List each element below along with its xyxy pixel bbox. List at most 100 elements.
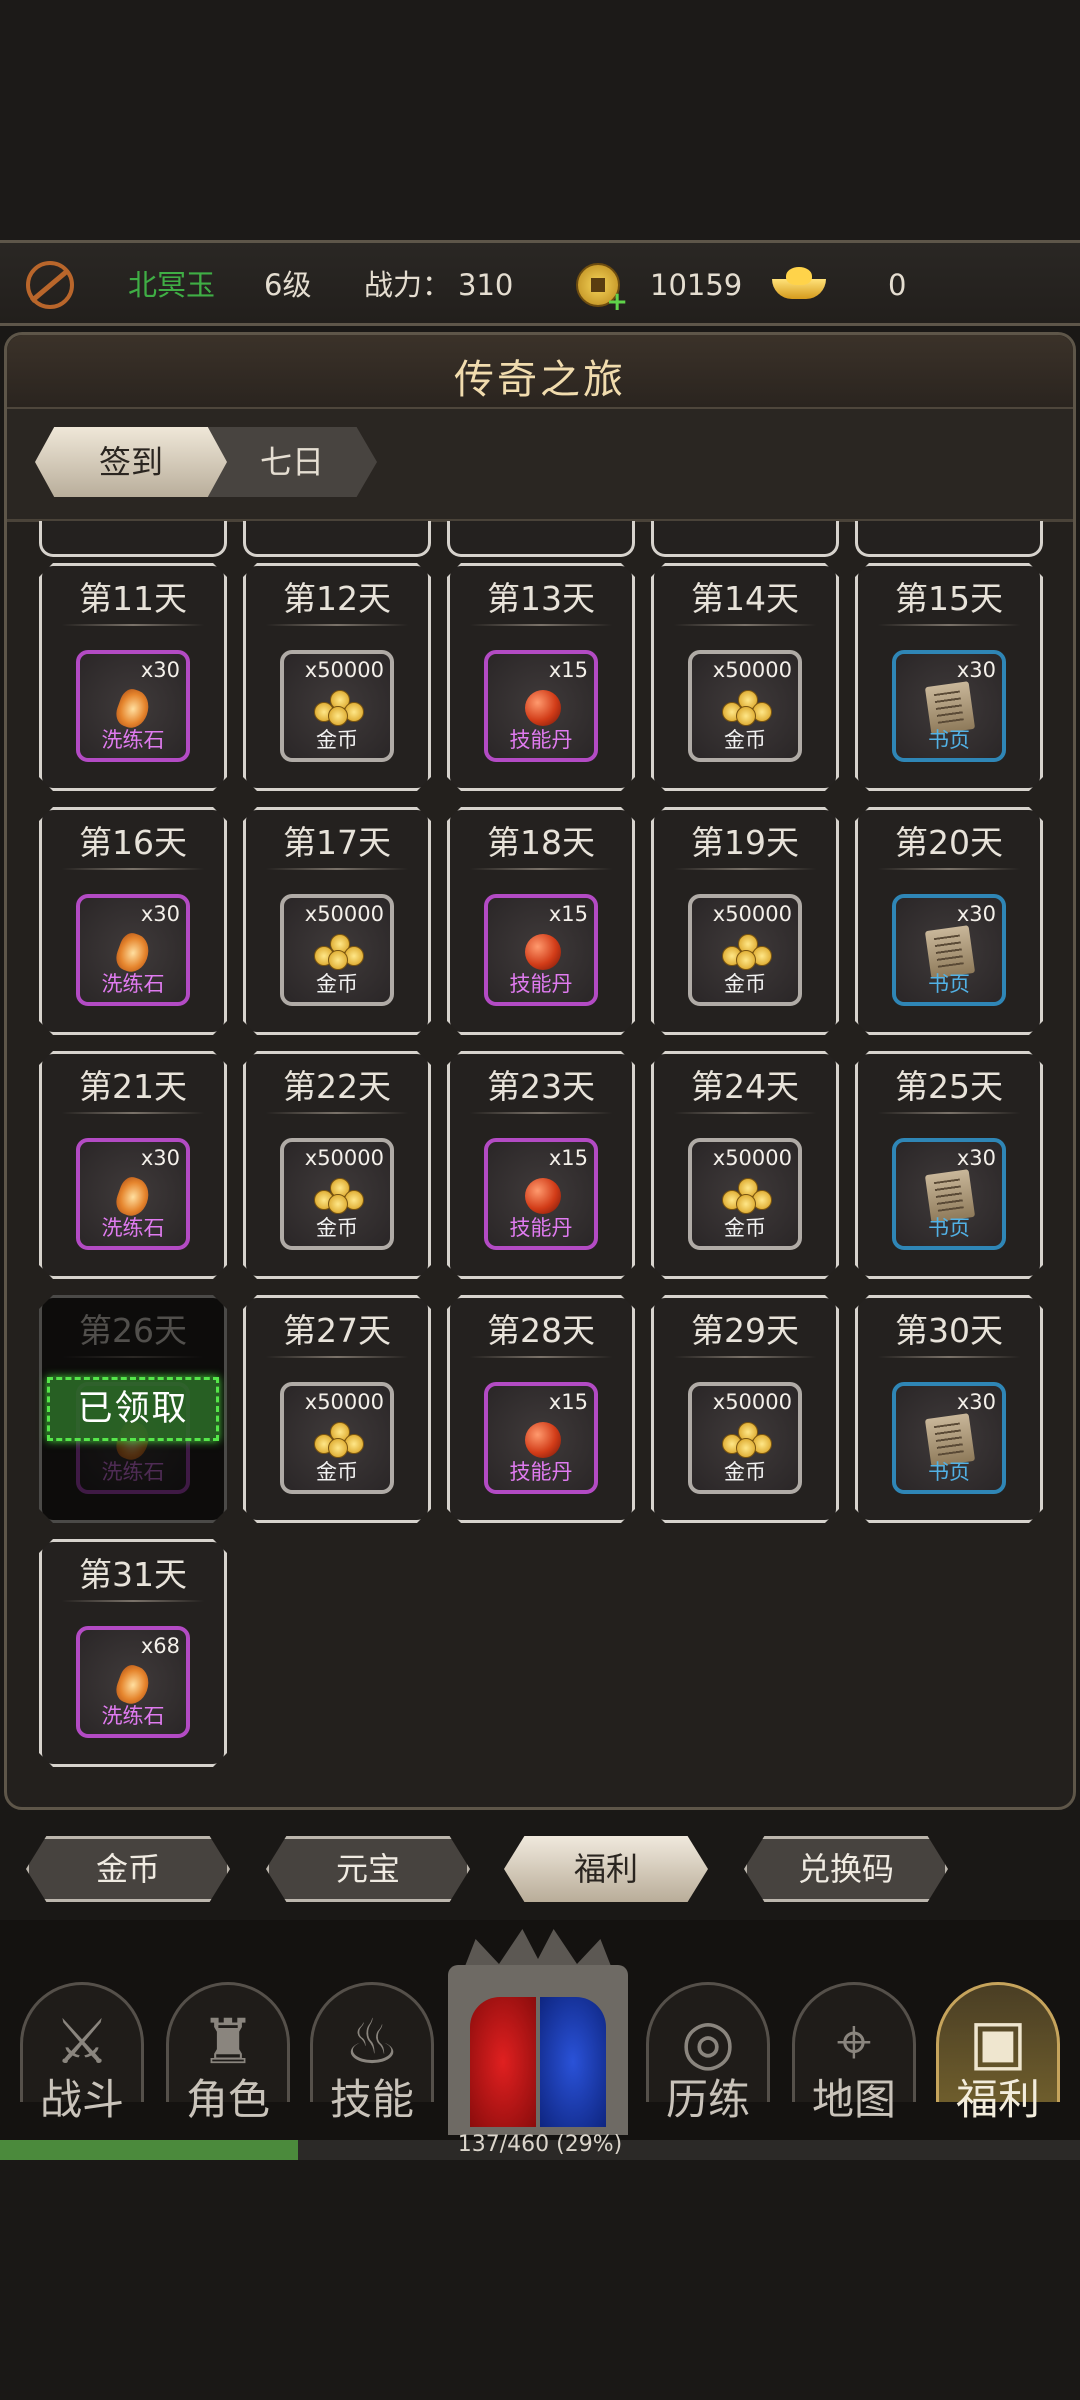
reward-quantity: x15 [548,1390,588,1414]
nav-item[interactable]: ◎ 历练 [640,1962,776,2134]
reward-item-slot[interactable]: x50000 金币 [280,894,394,1006]
reward-card[interactable]: 第24天 x50000 金币 [651,1051,839,1279]
reward-item-slot[interactable]: x15 技能丹 [484,650,598,762]
day-label: 第12天 [283,579,391,618]
reward-item-slot[interactable]: x15 技能丹 [484,894,598,1006]
reward-name: 书页 [928,972,970,996]
reward-item-slot[interactable]: x50000 金币 [688,1382,802,1494]
reward-name: 技能丹 [509,1216,573,1240]
reward-item-slot[interactable]: x30 洗练石 [76,650,190,762]
nav-item[interactable]: ♨ 技能 [304,1962,440,2134]
reward-quantity: x50000 [712,1390,792,1414]
reward-card[interactable]: 第23天 x15 技能丹 [447,1051,635,1279]
portal-gate-icon[interactable] [440,1925,636,2145]
power-value: 310 [458,268,514,302]
reward-item-slot[interactable]: x15 技能丹 [484,1138,598,1250]
bottom-tab[interactable]: 兑换码 [744,1836,948,1902]
reward-name: 洗练石 [101,728,165,752]
reward-card[interactable]: 第25天 x30 书页 [855,1051,1043,1279]
day-label: 第19天 [691,823,799,862]
day-label: 第24天 [691,1067,799,1106]
reward-card-partial[interactable] [447,521,635,559]
reward-card[interactable]: 第16天 x30 洗练石 [39,807,227,1035]
reward-item-slot[interactable]: x68 洗练石 [76,1626,190,1738]
reward-card-partial[interactable] [651,521,839,559]
day-label: 第21天 [79,1067,187,1106]
reward-card-partial[interactable] [855,521,1043,559]
reward-quantity: x15 [548,902,588,926]
day-label: 第25天 [895,1067,1003,1106]
top-empty-area [0,0,1080,240]
reward-quantity: x50000 [304,658,384,682]
power-label: 战力： [364,268,452,302]
player-emblem-icon[interactable] [26,261,74,309]
divider [470,1112,612,1114]
reward-quantity: x30 [956,1146,996,1170]
reward-card[interactable]: 第21天 x30 洗练石 [39,1051,227,1279]
experience-text: 137/460 (29%) [457,2132,623,2157]
nav-item[interactable]: ⌖ 地图 [786,1962,922,2134]
nav-item[interactable]: ⚔ 战斗 [14,1962,150,2134]
reward-card[interactable]: 第15天 x30 书页 [855,563,1043,791]
reward-card[interactable]: 第20天 x30 书页 [855,807,1043,1035]
reward-card[interactable]: 第30天 x30 书页 [855,1295,1043,1523]
panel-title: 传奇之旅 [454,357,626,403]
reward-name: 书页 [928,1216,970,1240]
reward-card[interactable]: 第12天 x50000 金币 [243,563,431,791]
coin-add-icon[interactable] [576,263,628,317]
bottom-tab[interactable]: 福利 [504,1836,708,1902]
reward-card[interactable]: 第18天 x15 技能丹 [447,807,635,1035]
tab-seven-days[interactable]: 七日 [207,427,377,497]
reward-item-slot[interactable]: x50000 金币 [280,1382,394,1494]
reward-item-slot[interactable]: x50000 金币 [688,1138,802,1250]
reward-item-slot[interactable]: x30 洗练石 [76,894,190,1006]
reward-name: 洗练石 [101,972,165,996]
reward-card[interactable]: 第31天 x68 洗练石 [39,1539,227,1767]
tab-sign-in[interactable]: 签到 [35,427,227,497]
reward-item-slot[interactable]: x50000 金币 [280,1138,394,1250]
divider [62,1112,204,1114]
reward-card-partial[interactable] [243,521,431,559]
reward-item-slot[interactable]: x30 书页 [892,650,1006,762]
nav-label: 地图 [811,2075,896,2124]
divider [674,1356,816,1358]
reward-item-slot[interactable]: x50000 金币 [280,650,394,762]
reward-item-slot[interactable]: x30 书页 [892,1382,1006,1494]
reward-card[interactable]: 第22天 x50000 金币 [243,1051,431,1279]
daily-reward-grid[interactable]: 第11天 x30 洗练石 第12天 x50000 金币 第13天 x15 技能丹 第14天 x500… [7,521,1073,1805]
reward-item-slot[interactable]: x50000 金币 [688,650,802,762]
reward-item-slot[interactable]: x30 洗练石 [76,1138,190,1250]
bottom-tab[interactable]: 元宝 [266,1836,470,1902]
bottom-tab[interactable]: 金币 [26,1836,230,1902]
legend-journey-panel: 传奇之旅 七日 签到 第11天 x30 洗练石 第12天 x50000 金币 第13天 x15… [4,332,1076,1810]
reward-name: 金币 [724,728,766,752]
divider [470,624,612,626]
day-label: 第17天 [283,823,391,862]
nav-label: 福利 [955,2075,1040,2124]
reward-name: 金币 [724,1216,766,1240]
reward-card[interactable]: 第29天 x50000 金币 [651,1295,839,1523]
nav-item[interactable]: ♜ 角色 [160,1962,296,2134]
reward-item-slot[interactable]: x15 技能丹 [484,1382,598,1494]
reward-quantity: x50000 [712,1146,792,1170]
reward-card[interactable]: 第28天 x15 技能丹 [447,1295,635,1523]
reward-card[interactable]: 第19天 x50000 金币 [651,807,839,1035]
day-label: 第27天 [283,1311,391,1350]
reward-quantity: x30 [140,658,180,682]
reward-card[interactable]: 第13天 x15 技能丹 [447,563,635,791]
divider [62,624,204,626]
reward-card-partial[interactable] [39,521,227,559]
reward-item-slot[interactable]: x30 书页 [892,1138,1006,1250]
reward-card[interactable]: 第27天 x50000 金币 [243,1295,431,1523]
divider [470,868,612,870]
reward-card[interactable]: 第14天 x50000 金币 [651,563,839,791]
reward-item-slot[interactable]: x50000 金币 [688,894,802,1006]
nav-item[interactable]: ▣ 福利 [930,1962,1066,2134]
reward-card[interactable]: 第11天 x30 洗练石 [39,563,227,791]
reward-item-slot[interactable]: x30 书页 [892,894,1006,1006]
player-status-bar: 北冥玉 6级 战力： 310 10159 0 [0,240,1080,326]
reward-card[interactable]: 第17天 x50000 金币 [243,807,431,1035]
divider [878,1112,1020,1114]
nav-label: 战斗 [39,2075,124,2124]
reward-name: 洗练石 [101,1216,165,1240]
